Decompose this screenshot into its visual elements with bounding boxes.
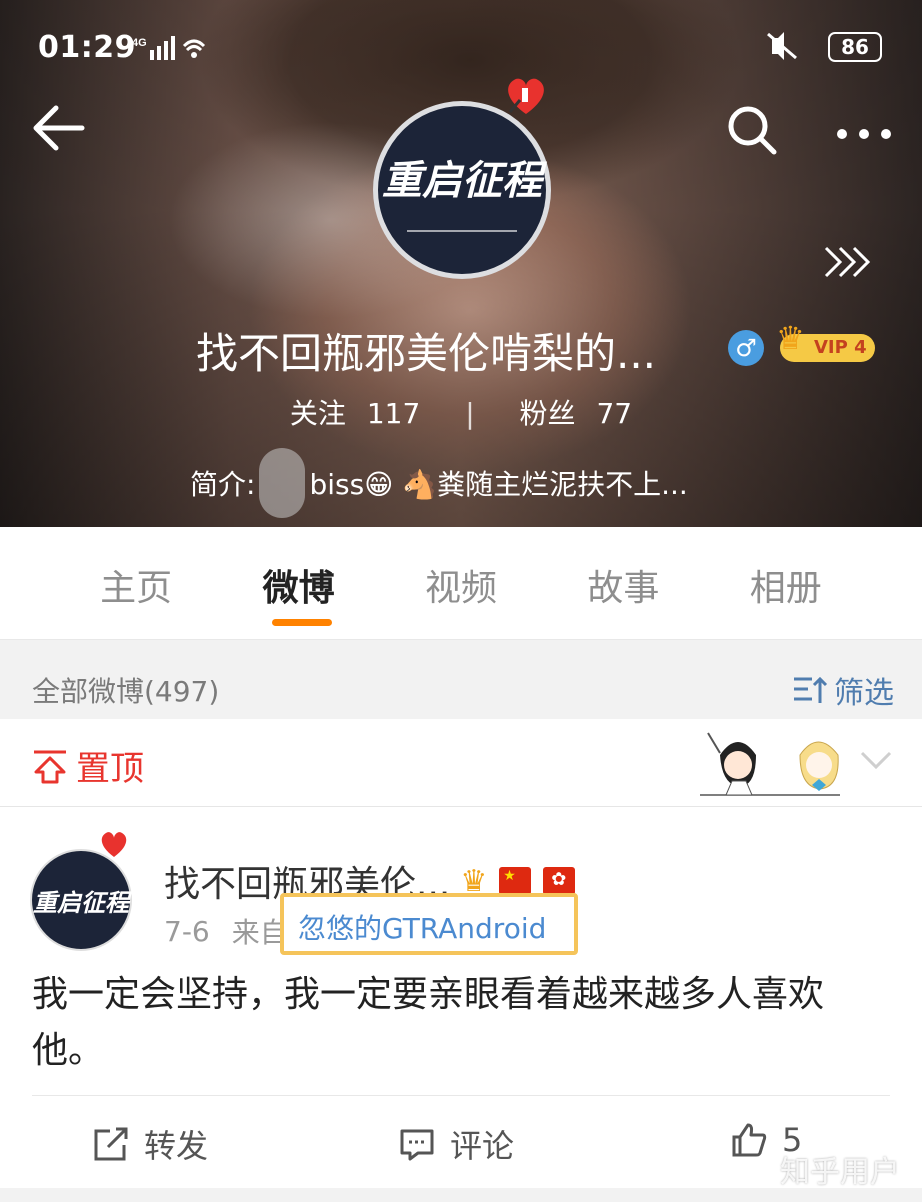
stats-separator: | — [465, 397, 475, 430]
follow-count[interactable]: 117 — [367, 397, 420, 430]
post-text: 我一定会坚持，我一定要亲眼看着越来越多人喜欢他。 — [32, 974, 825, 1071]
thumbs-up-icon — [732, 1123, 767, 1157]
filter-button[interactable]: 筛选 — [792, 668, 894, 712]
post-author-avatar[interactable]: 重启征程 — [30, 849, 132, 951]
pinned-label: 置顶 — [76, 749, 144, 789]
avatar-logo-text: 重启征程 — [382, 157, 542, 204]
divider — [32, 1095, 890, 1096]
tab-weibo[interactable]: 微博 — [239, 527, 359, 639]
chevron-down-icon[interactable] — [858, 741, 894, 777]
name-badges: ♂ ♛ VIP 4 — [728, 322, 875, 366]
repost-label: 转发 — [144, 1127, 209, 1165]
post-avatar-logo: 重启征程 — [33, 887, 129, 917]
comment-label: 评论 — [450, 1127, 515, 1165]
avatar-decoration — [407, 212, 517, 232]
pinned-label-group: 置顶 — [32, 741, 144, 790]
vip-label: VIP 4 — [814, 337, 867, 358]
vip-badge[interactable]: ♛ VIP 4 — [776, 322, 875, 362]
tab-home[interactable]: 主页 — [76, 527, 196, 639]
back-arrow-icon[interactable] — [30, 100, 90, 160]
post-source-link[interactable]: 忽悠的GTRAndroid — [280, 893, 578, 955]
repost-button[interactable]: 转发 — [92, 1121, 208, 1167]
blurred-region — [259, 448, 306, 518]
fans-count[interactable]: 77 — [596, 397, 632, 430]
pin-icon — [34, 750, 66, 783]
feed-header: 全部微博(497) 筛选 — [0, 639, 922, 719]
comment-icon — [400, 1129, 434, 1161]
profile-bio[interactable]: 简介: biss😁 🐴粪随主烂泥扶不上... — [190, 448, 688, 518]
tab-album[interactable]: 相册 — [726, 527, 846, 639]
filter-label: 筛选 — [834, 676, 894, 711]
more-options-icon[interactable] — [834, 108, 894, 154]
bio-prefix: 简介: — [190, 468, 256, 501]
crown-icon: ♛ — [776, 319, 805, 357]
cartoon-sticker-image — [700, 732, 840, 796]
weibo-post: 重启征程 找不回瓶邪美伦... ♛ ★ ✿ 7-6 来自 忽悠的GTRAndro… — [0, 807, 922, 1202]
repost-icon — [94, 1127, 128, 1161]
profile-tabs: 主页 微博 视频 故事 相册 — [0, 527, 922, 639]
battery-indicator: 86 — [828, 32, 882, 62]
watermark: 知乎用户 — [780, 1155, 900, 1190]
tab-stories[interactable]: 故事 — [563, 527, 683, 639]
bottom-spacer — [0, 1188, 922, 1202]
post-date: 7-6 — [164, 914, 210, 948]
profile-cover: 01:29 4G 86 重启征程 找不回瓶邪美伦啃梨的... ♂ ♛ VIP 4… — [0, 0, 922, 527]
all-weibo-count[interactable]: 全部微博(497) — [32, 670, 219, 710]
network-type: 4G — [132, 37, 147, 49]
bio-text: biss😁 🐴粪随主烂泥扶不上... — [309, 468, 688, 501]
male-gender-icon: ♂ — [728, 330, 764, 366]
profile-avatar[interactable]: 重启征程 — [373, 101, 551, 279]
filter-icon — [794, 676, 828, 703]
comment-button[interactable]: 评论 — [398, 1121, 514, 1167]
search-icon[interactable] — [724, 102, 780, 158]
heart-badge-icon — [500, 70, 552, 122]
post-meta: 7-6 来自 — [164, 911, 288, 951]
china-flag-icon: ★ — [499, 867, 532, 895]
hong-kong-flag-icon: ✿ — [543, 867, 576, 895]
follow-stats: 关注 117 | 粉丝 77 — [0, 392, 922, 432]
heart-badge-icon — [101, 832, 127, 857]
status-time: 01:29 — [38, 30, 136, 65]
triple-chevron-icon[interactable] — [822, 242, 872, 291]
status-bar: 01:29 4G 86 — [38, 28, 888, 68]
tab-video[interactable]: 视频 — [401, 527, 521, 639]
mute-icon — [762, 30, 802, 69]
pinned-header: 置顶 — [0, 719, 922, 807]
follow-label[interactable]: 关注 — [290, 397, 346, 430]
fans-label[interactable]: 粉丝 — [520, 397, 576, 430]
signal-icon: 4G — [132, 34, 212, 68]
